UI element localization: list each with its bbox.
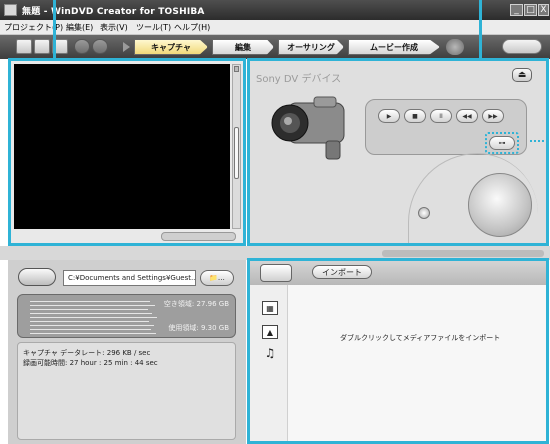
video-preview-panel xyxy=(8,58,246,246)
title-bar: 無題 - WinDVD Creator for TOSHIBA _ □ X xyxy=(0,0,550,20)
redo-icon[interactable] xyxy=(92,39,108,54)
media-toolbar: インポート xyxy=(250,261,546,285)
transport-controls: ▶ ■ II ◀◀ ▶▶ ⊶ xyxy=(365,99,527,155)
device-control-panel: Sony DV デバイス ⏏ ▶ ■ II ◀◀ ▶▶ ⊶ xyxy=(247,58,549,246)
settings-icon[interactable] xyxy=(502,39,542,54)
slider-thumb[interactable] xyxy=(234,127,239,179)
window-title: 無題 - WinDVD Creator for TOSHIBA xyxy=(22,7,205,17)
media-import-hint: ダブルクリックしてメディアファイルをインポート xyxy=(340,334,501,342)
tab-authoring[interactable]: オーサリング xyxy=(278,39,344,55)
video-screen xyxy=(14,64,230,229)
app-icon xyxy=(4,4,17,16)
capture-path-field[interactable]: C:¥Documents and Settings¥Guest... xyxy=(63,270,196,286)
toolbar: キャプチャ 編集 オーサリング ムービー作成 xyxy=(0,35,550,59)
free-space-label: 空き領域: 27.96 GB xyxy=(163,300,229,308)
step-arrow-icon xyxy=(123,42,130,52)
menu-tools[interactable]: ツール(T) xyxy=(136,22,171,33)
import-button[interactable]: インポート xyxy=(312,265,372,279)
pause-button[interactable]: II xyxy=(430,109,452,123)
minimize-button[interactable]: _ xyxy=(510,4,523,16)
used-space-label: 使用領域: 9.30 GB xyxy=(168,324,229,332)
callout-dotted-line xyxy=(530,140,548,142)
forward-button[interactable]: ▶▶ xyxy=(482,109,504,123)
close-button[interactable]: X xyxy=(538,4,549,16)
menu-edit[interactable]: 編集(E) xyxy=(66,22,93,33)
maximize-button[interactable]: □ xyxy=(524,4,537,16)
slider-top xyxy=(234,66,239,72)
record-time-label: 録画可能時間: 27 hour : 25 min : 44 sec xyxy=(23,359,158,367)
device-settings-button[interactable]: ⊶ xyxy=(489,136,515,150)
eject-button[interactable]: ⏏ xyxy=(512,68,532,82)
media-type-sidebar: ▦ ▲ ♫ xyxy=(250,285,288,441)
folder-icon[interactable] xyxy=(260,264,292,282)
volume-slider[interactable] xyxy=(232,64,241,229)
hard-drive-icon xyxy=(18,268,56,286)
callout-line xyxy=(479,0,482,60)
disc-icon xyxy=(446,39,464,55)
callout-line xyxy=(53,0,56,60)
undo-icon[interactable] xyxy=(74,39,90,54)
tab-movie[interactable]: ムービー作成 xyxy=(348,39,440,55)
media-library-panel: インポート ▦ ▲ ♫ ダブルクリックしてメディアファイルをインポート xyxy=(247,258,549,444)
small-knob[interactable] xyxy=(418,207,430,219)
separator-track[interactable] xyxy=(382,250,544,257)
tab-edit[interactable]: 編集 xyxy=(212,39,274,55)
play-button[interactable]: ▶ xyxy=(378,109,400,123)
menu-help[interactable]: ヘルプ(H) xyxy=(174,22,210,33)
capture-info-box: キャプチャ データレート: 296 KB / sec 録画可能時間: 27 ho… xyxy=(17,342,236,440)
new-project-icon[interactable] xyxy=(16,39,32,54)
menu-bar: プロジェクト(P) 編集(E) 表示(V) ツール(T) ヘルプ(H) xyxy=(0,20,550,35)
rewind-button[interactable]: ◀◀ xyxy=(456,109,478,123)
film-icon[interactable]: ▦ xyxy=(262,301,278,315)
disk-usage-meter: 空き領域: 27.96 GB 使用領域: 9.30 GB xyxy=(17,294,236,338)
menu-view[interactable]: 表示(V) xyxy=(100,22,128,33)
tab-capture[interactable]: キャプチャ xyxy=(134,39,208,55)
camcorder-icon xyxy=(271,96,345,160)
stop-button[interactable]: ■ xyxy=(404,109,426,123)
browse-folder-button[interactable]: 📁… xyxy=(200,270,234,286)
image-icon[interactable]: ▲ xyxy=(262,325,278,339)
data-rate-label: キャプチャ データレート: 296 KB / sec xyxy=(23,349,151,357)
jog-dial[interactable] xyxy=(468,173,532,237)
open-project-icon[interactable] xyxy=(34,39,50,54)
music-icon[interactable]: ♫ xyxy=(262,347,278,361)
video-control-bar[interactable] xyxy=(161,232,236,241)
device-name: Sony DV デバイス xyxy=(256,74,342,85)
capture-settings-panel: C:¥Documents and Settings¥Guest... 📁… 空き… xyxy=(8,260,246,444)
